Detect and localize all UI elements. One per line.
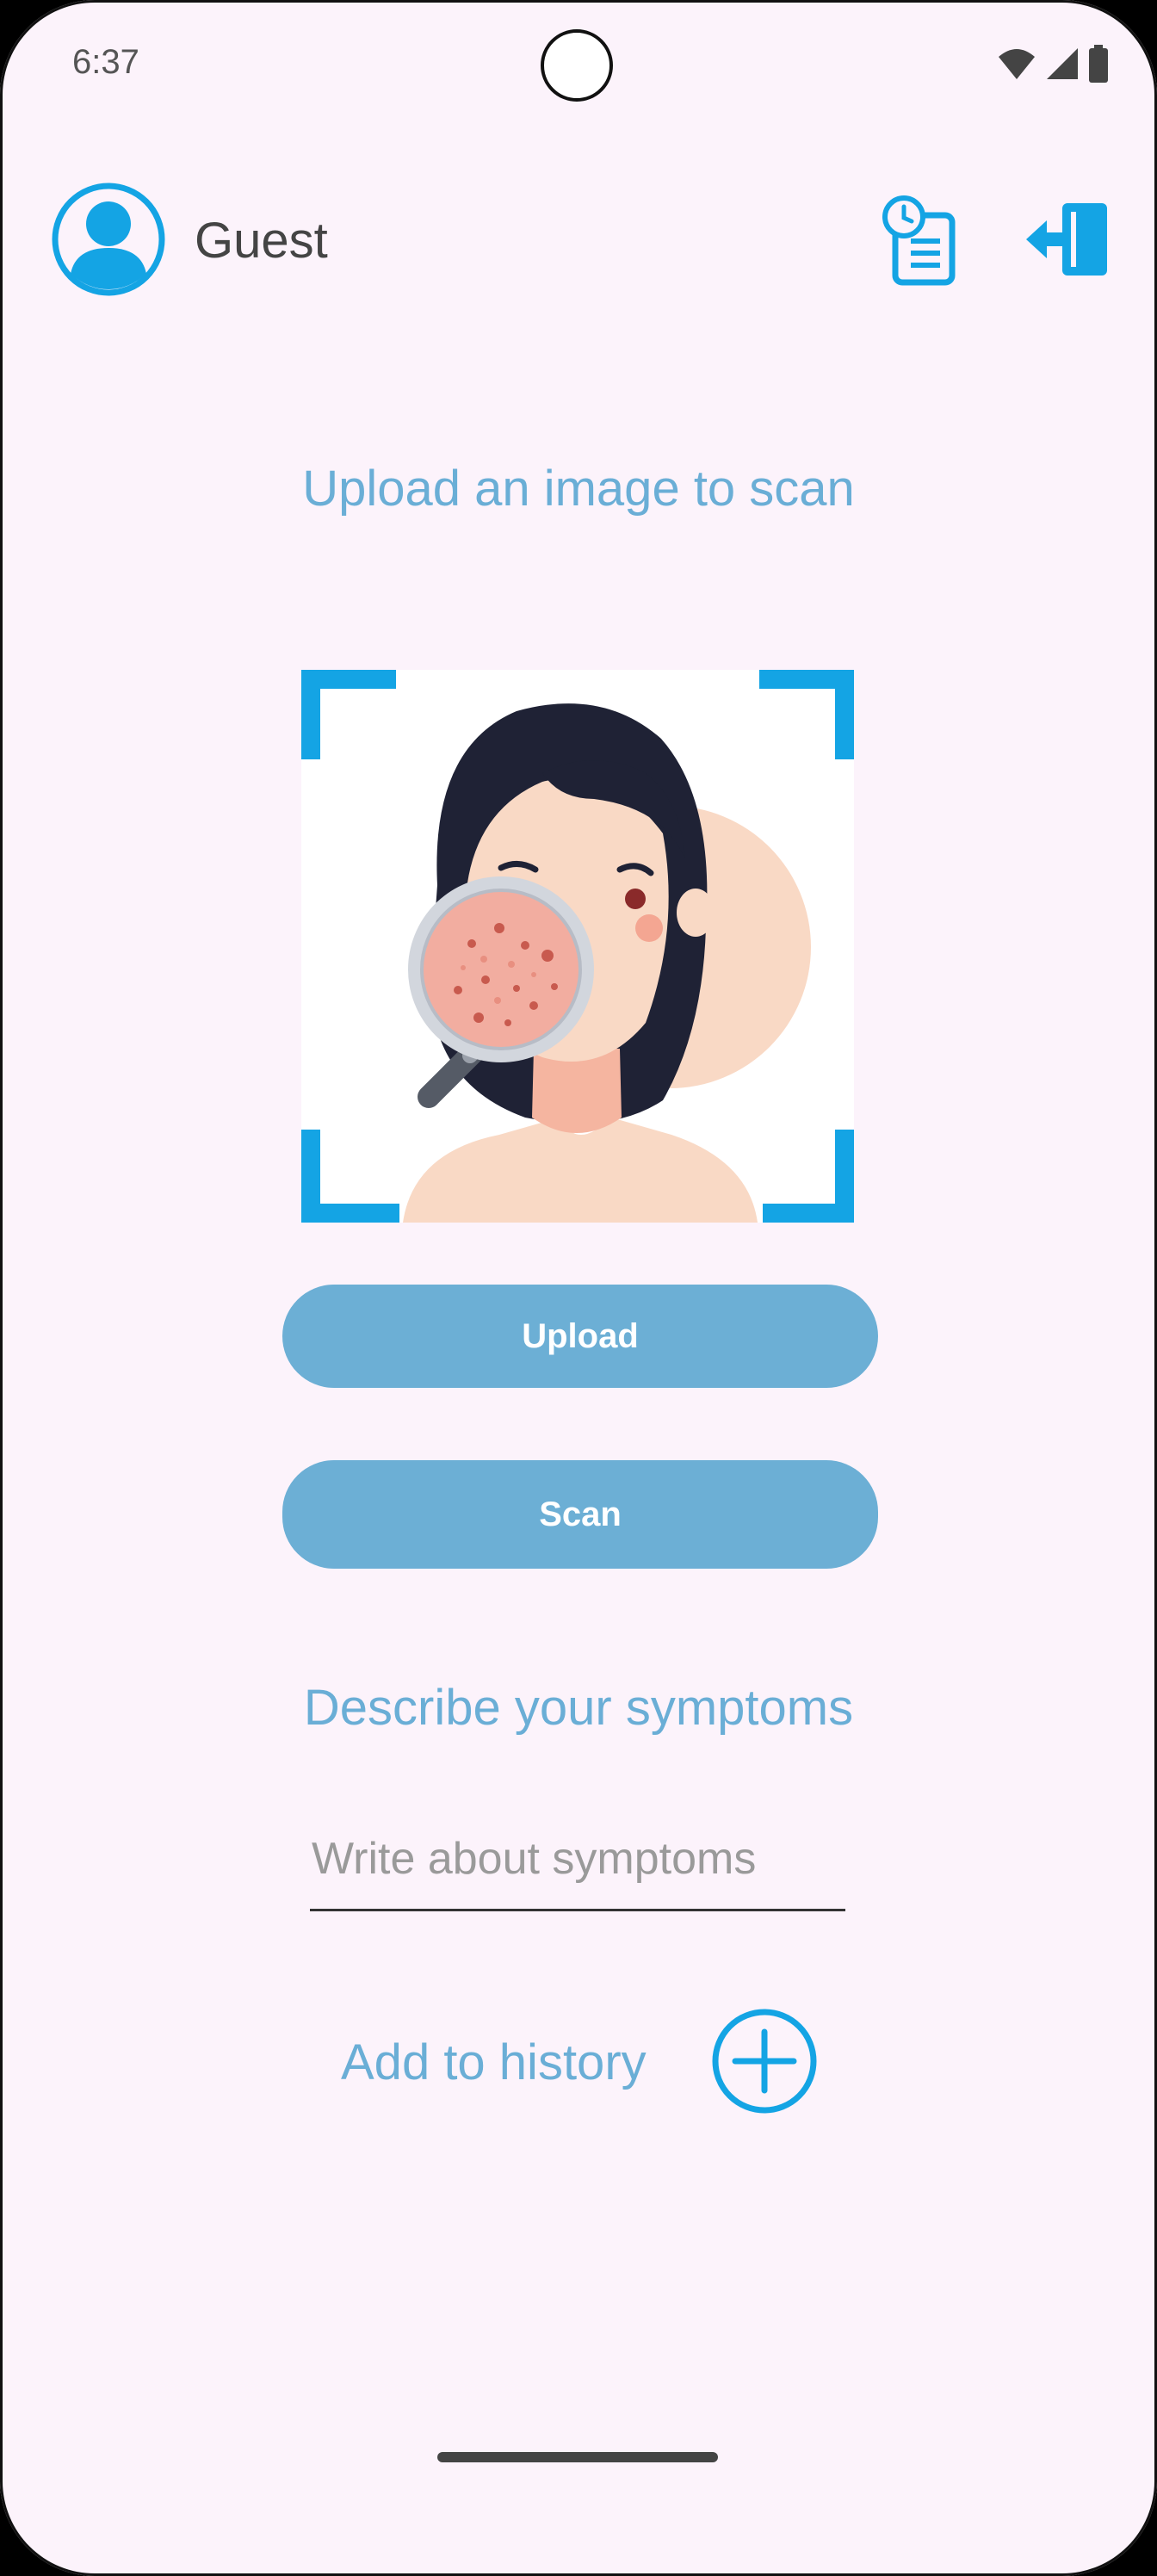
upload-button[interactable]: Upload bbox=[282, 1285, 878, 1388]
scan-button[interactable]: Scan bbox=[282, 1460, 878, 1569]
history-clipboard-icon[interactable] bbox=[880, 193, 957, 286]
logout-icon[interactable] bbox=[1024, 200, 1111, 279]
status-icons bbox=[997, 45, 1109, 83]
symptoms-input[interactable] bbox=[310, 1808, 845, 1911]
home-indicator[interactable] bbox=[437, 2452, 718, 2462]
user-avatar-icon[interactable] bbox=[52, 183, 165, 296]
username-label: Guest bbox=[195, 213, 328, 269]
upload-heading: Upload an image to scan bbox=[302, 461, 855, 517]
camera-cutout bbox=[541, 29, 613, 102]
symptoms-heading: Describe your symptoms bbox=[303, 1680, 854, 1736]
wifi-icon bbox=[999, 49, 1035, 79]
skin-scan-illustration bbox=[301, 670, 854, 1223]
signal-icon bbox=[1047, 48, 1078, 79]
battery-icon bbox=[1089, 45, 1108, 83]
add-history-label: Add to history bbox=[341, 2034, 647, 2090]
plus-circle-icon[interactable] bbox=[711, 2008, 818, 2115]
app-screen: 6:37 Guest Upload an image to scan Uploa… bbox=[0, 0, 1157, 2576]
scan-image-preview[interactable] bbox=[301, 670, 854, 1223]
status-time: 6:37 bbox=[72, 43, 139, 81]
